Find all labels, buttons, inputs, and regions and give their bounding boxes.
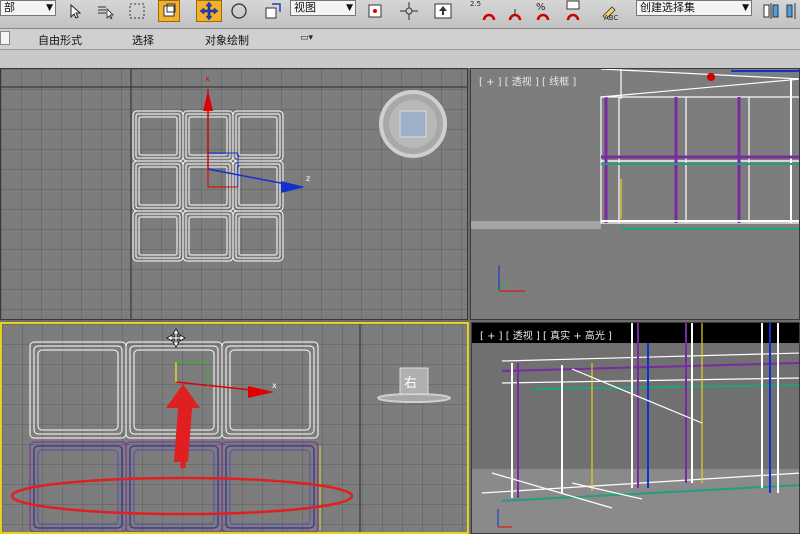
chevron-down-icon: ▭▾ [300, 33, 314, 43]
spinner-snap-icon[interactable] [562, 0, 584, 22]
scale-icon[interactable] [262, 0, 284, 22]
cube-wire [188, 216, 228, 256]
cube-wire [132, 160, 184, 212]
ribbon-panel-area [0, 50, 800, 68]
axis-x-label: x [272, 381, 277, 390]
ribbon-toggle[interactable] [0, 31, 10, 45]
view-cube-label: 右 [404, 376, 417, 391]
main-toolbar: 部 ▼ 视图 ▼ 2.5 % ABC 创建选择集 ▼ [0, 0, 800, 29]
ribbon-options-button[interactable]: ▭▾ [300, 33, 322, 45]
tab-freeform[interactable]: 自由形式 [38, 32, 82, 48]
move-icon[interactable] [196, 0, 222, 22]
viewport-bottom-left[interactable]: x 右 [0, 322, 469, 534]
viewport-bottom-right-canvas [472, 323, 799, 533]
annotation-ellipse [10, 476, 354, 516]
select-by-name-icon[interactable] [94, 0, 116, 22]
tab-selection[interactable]: 选择 [132, 32, 154, 48]
cube-wire [232, 210, 284, 262]
viewport-top-left-canvas: x z [1, 69, 467, 319]
rect-selection-icon[interactable] [126, 0, 148, 22]
axis-x-label: x [205, 74, 210, 83]
cube-wire [238, 166, 278, 206]
cube-wire [225, 345, 315, 435]
cube-wire [135, 163, 181, 209]
cube-wire [235, 163, 281, 209]
cube-wire [29, 441, 127, 532]
snap-icon[interactable] [478, 4, 500, 26]
cube-wire [135, 213, 181, 259]
view-cube [379, 90, 447, 158]
cube-wire [138, 216, 178, 256]
percent-snap-icon[interactable]: % [532, 0, 554, 22]
svg-text:%: % [536, 2, 546, 13]
cube-wire [129, 345, 219, 435]
move-cursor-icon [166, 328, 186, 348]
cube-wire [138, 116, 178, 156]
selection-filter-dropdown[interactable]: 部 ▼ [0, 0, 56, 16]
axis-tripod [498, 265, 525, 292]
cube-wire [138, 166, 178, 206]
transform-gizmo [175, 361, 274, 398]
window-crossing-icon[interactable] [158, 0, 180, 22]
cube-wire [129, 445, 219, 529]
angle-snap-icon[interactable] [504, 4, 526, 26]
cube-wire [229, 349, 311, 431]
cube-wire [221, 341, 319, 439]
viewport-top-left[interactable]: x z [0, 68, 468, 320]
cube-wire [132, 110, 184, 162]
cube-wire [185, 213, 231, 259]
cube-wire [232, 160, 284, 212]
cube-wire [221, 441, 319, 532]
annotation-arrow [166, 384, 200, 468]
reference-coord-value: 视图 [294, 1, 316, 14]
viewport-top-right[interactable]: [ + ] [ 透视 ] [ 线框 ] [470, 68, 800, 320]
pivot-icon[interactable] [364, 0, 386, 22]
cube-wire [238, 216, 278, 256]
cube-wire [235, 213, 281, 259]
wireframe-shelf [600, 69, 799, 230]
chevron-down-icon: ▼ [346, 3, 353, 13]
keyboard-shortcut-icon[interactable] [432, 0, 454, 22]
selection-filter-value: 部 [4, 1, 15, 14]
viewport-label-bottom-right[interactable]: [ + ] [ 透视 ] [ 真实 + 高光 ] [480, 327, 612, 342]
chevron-down-icon: ▼ [46, 3, 53, 13]
rotate-icon[interactable] [228, 0, 250, 22]
cube-wire [225, 445, 315, 529]
tab-object-paint[interactable]: 对象绘制 [205, 32, 249, 48]
cube-wire [135, 113, 181, 159]
cube-wire [33, 445, 123, 529]
cube-wire [182, 210, 234, 262]
align-icon[interactable] [782, 0, 800, 22]
cube-wire [125, 341, 223, 439]
abc-label: ABC [604, 14, 619, 22]
viewport-bottom-left-canvas: x 右 [10, 324, 451, 532]
select-arrow-icon[interactable] [64, 0, 86, 22]
cube-wire [33, 345, 123, 435]
chevron-down-icon: ▼ [742, 3, 749, 13]
cube-wire [29, 341, 127, 439]
wireframe-cube-row [29, 341, 321, 532]
cube-wire [238, 116, 278, 156]
viewport-label-top-right[interactable]: [ + ] [ 透视 ] [ 线框 ] [479, 73, 576, 88]
viewport-bottom-right[interactable]: [ + ] [ 透视 ] [ 真实 + 高光 ] [471, 322, 800, 534]
cube-wire [235, 113, 281, 159]
cube-wire [232, 110, 284, 162]
ribbon-tabs: 自由形式 选择 对象绘制 ▭▾ [0, 29, 800, 50]
mirror-icon[interactable] [760, 0, 782, 22]
named-selection-dropdown[interactable]: 创建选择集 ▼ [636, 0, 752, 16]
transform-gizmo [203, 89, 305, 193]
named-selection-value: 创建选择集 [640, 1, 695, 14]
reference-coord-dropdown[interactable]: 视图 ▼ [290, 0, 356, 16]
cube-wire [125, 441, 223, 532]
cube-wire [37, 349, 119, 431]
select-manipulate-icon[interactable] [398, 0, 420, 22]
axis-z-label: z [306, 174, 310, 183]
viewport-top-right-canvas [471, 69, 799, 292]
cube-wire [132, 210, 184, 262]
